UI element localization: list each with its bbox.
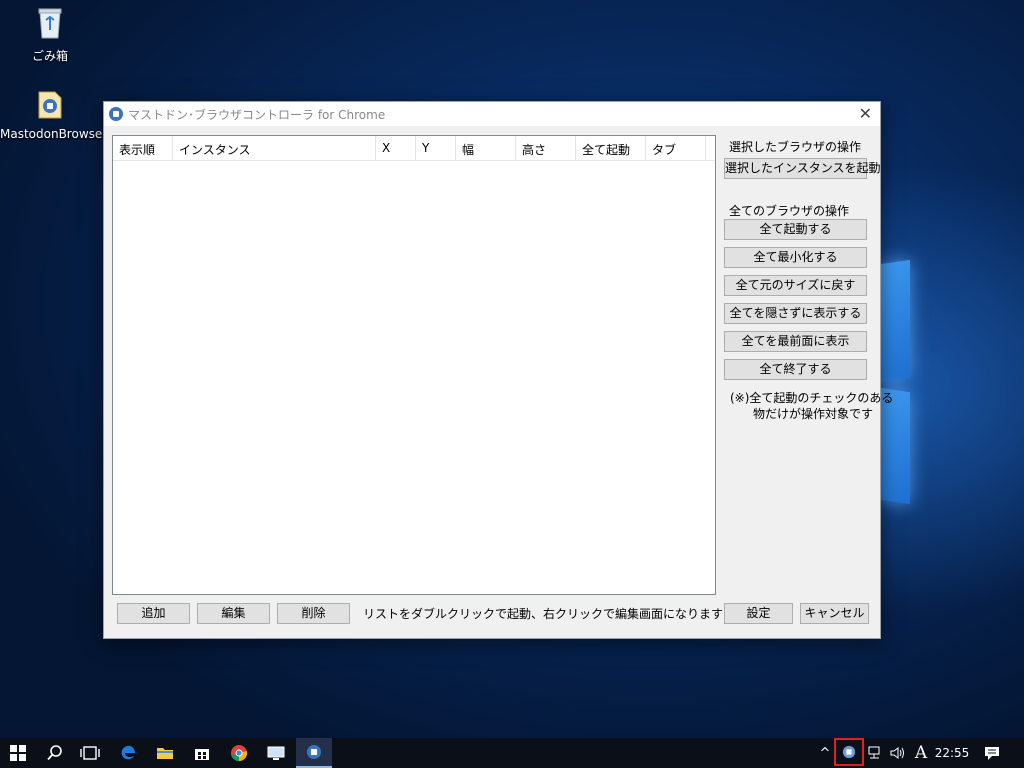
remote-desktop-icon	[267, 746, 285, 760]
edge-icon	[121, 745, 135, 760]
app-shortcut-icon	[0, 90, 100, 123]
column-instance[interactable]: インスタンス	[173, 136, 376, 160]
show-all-button[interactable]: 全てを隠さずに表示する	[724, 303, 867, 324]
note-line-2: 物だけが操作対象です	[753, 407, 874, 421]
search-button[interactable]	[37, 738, 73, 768]
search-icon	[47, 745, 62, 761]
taskbar-mastodon-controller[interactable]	[296, 738, 332, 768]
note-line-1: (※)全て起動のチェックのある	[730, 391, 894, 405]
taskbar-edge[interactable]	[110, 738, 146, 768]
network-icon[interactable]	[864, 738, 886, 768]
store-icon	[195, 749, 209, 760]
all-section-label: 全てのブラウザの操作	[729, 204, 850, 218]
column-y[interactable]: Y	[416, 136, 456, 160]
start-button[interactable]	[0, 738, 36, 768]
app-icon	[307, 745, 321, 759]
task-view-button[interactable]	[72, 738, 108, 768]
settings-button[interactable]: 設定	[724, 603, 793, 624]
add-button[interactable]: 追加	[117, 603, 190, 624]
app-icon	[109, 107, 123, 121]
close-icon[interactable]: ✕	[859, 104, 872, 123]
tray-expand[interactable]: ^	[816, 738, 834, 768]
desktop-icon-label: MastodonBrowser	[0, 127, 108, 141]
title-bar[interactable]: マストドン･ブラウザコントローラ for Chrome ✕	[104, 102, 880, 126]
taskbar-store[interactable]	[184, 738, 220, 768]
volume-icon[interactable]	[886, 738, 910, 768]
column-tab[interactable]: タブ	[646, 136, 706, 160]
clock[interactable]: 22:55	[932, 738, 972, 768]
close-all-button[interactable]: 全て終了する	[724, 359, 867, 380]
desktop-icon-recycle-bin[interactable]: ごみ箱	[0, 6, 100, 64]
tray-app-icon[interactable]	[834, 738, 864, 766]
chrome-icon	[231, 745, 248, 762]
column-order[interactable]: 表示順	[113, 136, 173, 160]
windows-start-icon	[10, 745, 26, 761]
launch-all-button[interactable]: 全て起動する	[724, 219, 867, 240]
desktop-icon-mastodonbrowser[interactable]: MastodonBrowser	[0, 90, 108, 141]
list-header: 表示順 インスタンス X Y 幅 高さ 全て起動 タブ	[113, 136, 715, 161]
window-title: マストドン･ブラウザコントローラ for Chrome	[128, 108, 386, 122]
bring-all-front-button[interactable]: 全てを最前面に表示	[724, 331, 867, 352]
restore-all-button[interactable]: 全て元のサイズに戻す	[724, 275, 867, 296]
taskbar-remote-desktop[interactable]	[258, 738, 294, 768]
desktop-icon-label: ごみ箱	[31, 49, 68, 63]
recycle-bin-icon	[0, 6, 100, 43]
usage-hint: リストをダブルクリックで起動、右クリックで編集画面になります	[363, 607, 724, 621]
cancel-button[interactable]: キャンセル	[800, 603, 869, 624]
ime-indicator[interactable]: A	[910, 738, 932, 768]
folder-icon	[157, 748, 173, 759]
column-x[interactable]: X	[376, 136, 416, 160]
action-center-button[interactable]	[978, 738, 1006, 768]
taskbar: ^ A 22:55	[0, 738, 1024, 768]
column-width[interactable]: 幅	[456, 136, 516, 160]
minimize-all-button[interactable]: 全て最小化する	[724, 247, 867, 268]
instance-list[interactable]: 表示順 インスタンス X Y 幅 高さ 全て起動 タブ	[112, 135, 716, 595]
notification-icon	[985, 746, 999, 760]
delete-button[interactable]: 削除	[277, 603, 350, 624]
controller-window: マストドン･ブラウザコントローラ for Chrome ✕ 表示順 インスタンス…	[103, 101, 893, 639]
taskbar-file-explorer[interactable]	[147, 738, 183, 768]
launch-selected-button[interactable]: 選択したインスタンスを起動	[724, 158, 881, 179]
taskbar-chrome[interactable]	[221, 738, 257, 768]
column-launch-all[interactable]: 全て起動	[576, 136, 646, 160]
column-height[interactable]: 高さ	[516, 136, 576, 160]
selected-section-label: 選択したブラウザの操作	[729, 140, 862, 154]
edit-button[interactable]: 編集	[197, 603, 270, 624]
task-view-icon	[80, 746, 100, 760]
app-icon	[842, 745, 856, 759]
